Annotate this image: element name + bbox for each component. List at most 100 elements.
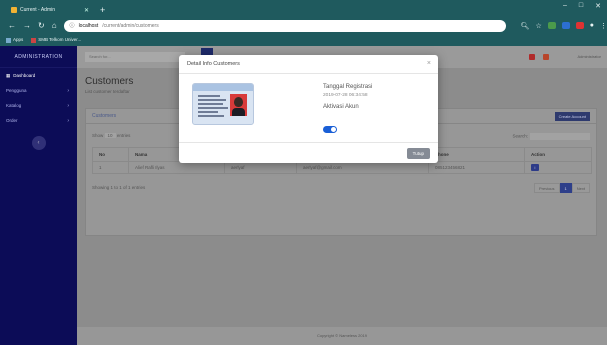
- maximize-button[interactable]: □: [579, 2, 583, 10]
- menu-icon[interactable]: ⋮: [600, 22, 607, 30]
- modal-close-icon[interactable]: ×: [427, 60, 431, 67]
- account-activation-toggle[interactable]: [323, 126, 337, 133]
- sidebar-toggle-button[interactable]: ‹: [31, 136, 46, 150]
- browser-tab[interactable]: Current - Admin ✕: [6, 3, 94, 17]
- id-card-header-band: [193, 84, 253, 91]
- profile-icon[interactable]: ●: [590, 22, 594, 29]
- sidebar-item-dashboard[interactable]: ▦ Dashboard: [0, 68, 77, 83]
- column-header-phone[interactable]: Phone: [428, 147, 525, 162]
- forward-icon[interactable]: →: [23, 21, 31, 30]
- close-window-button[interactable]: ✕: [595, 2, 601, 10]
- sidebar-item-pengguna[interactable]: Pengguna ›: [0, 83, 77, 98]
- back-icon[interactable]: ←: [8, 21, 16, 30]
- minimize-button[interactable]: –: [563, 2, 567, 10]
- table-search: Search:: [512, 133, 590, 140]
- close-button[interactable]: Tutup: [406, 148, 430, 159]
- home-icon[interactable]: ⌂: [52, 21, 57, 30]
- browser-window: Current - Admin ✕ + – □ ✕ ← → ↻ ⌂ ⓘ loca…: [0, 0, 607, 345]
- dashboard-icon: ▦: [6, 72, 11, 78]
- id-card-face: [234, 97, 243, 107]
- cell-action: i: [524, 161, 592, 174]
- navbar-search-input[interactable]: Search for...: [85, 52, 185, 62]
- cell-no: 1: [92, 161, 129, 174]
- page-header: Customers List customer terdaftar: [85, 76, 133, 94]
- modal-title: Detail Info Customers: [179, 55, 438, 74]
- id-card-image: [192, 83, 254, 125]
- reload-icon[interactable]: ↻: [38, 21, 45, 30]
- cell-email: aerlyaf@gmail.com: [296, 161, 429, 174]
- tab-close-icon[interactable]: ✕: [84, 7, 89, 14]
- page-title: Customers: [85, 76, 134, 87]
- bell-icon[interactable]: [529, 54, 535, 60]
- bookmark-apps[interactable]: Apps: [6, 37, 23, 43]
- url-input[interactable]: ⓘ localhost/current/admin/customers: [63, 19, 506, 32]
- apps-icon: [6, 37, 11, 43]
- toggle-knob: [331, 127, 336, 132]
- id-card-shirt: [232, 108, 245, 116]
- chevron-right-icon: ›: [67, 87, 69, 94]
- bookmark-smb[interactable]: SMB Telkom Univer...: [31, 37, 81, 43]
- registration-date-value: 2019-07-28 06:34:58: [323, 93, 368, 98]
- tab-bar: Current - Admin ✕ + – □ ✕: [0, 0, 607, 17]
- pagination-previous[interactable]: Previous: [533, 183, 560, 193]
- entries-control: Show 10 entries: [92, 133, 130, 138]
- customer-info: Tanggal Registrasi 2019-07-28 06:34:58 A…: [323, 84, 372, 110]
- entries-select[interactable]: 10: [104, 133, 116, 138]
- pagination-page-1[interactable]: 1: [559, 183, 572, 193]
- tab-title: Current - Admin: [20, 7, 56, 13]
- show-label: Show: [92, 133, 104, 138]
- id-card-line: [198, 99, 226, 101]
- url-path: /current/admin/customers: [102, 22, 159, 29]
- sidebar-brand[interactable]: ADMINISTRATION: [0, 46, 77, 68]
- info-icon[interactable]: ⓘ: [70, 22, 75, 29]
- id-card-line: [198, 111, 218, 113]
- address-bar-row: ← → ↻ ⌂ ⓘ localhost/current/admin/custom…: [0, 17, 607, 34]
- column-header-action[interactable]: Action: [524, 147, 592, 162]
- table-search-input[interactable]: [530, 133, 590, 140]
- registration-date-label: Tanggal Registrasi: [323, 84, 373, 90]
- id-card-line: [198, 115, 224, 117]
- customer-detail-modal: Detail Info Customers × Tanggal Registra…: [179, 55, 438, 163]
- cell-nama: Alief Rafli Ilyas: [128, 161, 225, 174]
- bookmark-icon: [31, 37, 37, 43]
- sidebar-item-label: Katalog: [6, 103, 22, 108]
- bookmarks-bar: Apps SMB Telkom Univer...: [0, 34, 607, 46]
- cell-phone: 085123456821: [428, 161, 525, 174]
- sidebar-item-label: Order: [6, 118, 18, 123]
- pagination: Previous 1 Next: [533, 183, 590, 193]
- extension-icon[interactable]: [547, 22, 556, 29]
- window-controls: – □ ✕: [563, 2, 601, 10]
- sidebar: ADMINISTRATION ▦ Dashboard Pengguna › Ka…: [0, 46, 77, 345]
- id-card-line: [198, 107, 228, 109]
- zoom-icon[interactable]: 🔍︎: [521, 22, 530, 30]
- column-header-no[interactable]: No: [92, 147, 129, 162]
- extension-icon[interactable]: [561, 22, 570, 29]
- pagination-next[interactable]: Next: [571, 183, 590, 193]
- entries-label: entries: [116, 133, 131, 138]
- sidebar-item-order[interactable]: Order ›: [0, 113, 77, 128]
- favicon-icon: [11, 7, 17, 13]
- table-row: 1 Alief Rafli Ilyas aerlyaf aerlyaf@gmai…: [92, 161, 592, 174]
- url-host: localhost: [78, 22, 99, 29]
- page-subtitle: List customer terdaftar: [85, 89, 130, 94]
- id-card-line: [198, 95, 220, 97]
- detail-info-button[interactable]: i: [531, 164, 539, 171]
- cell-username: aerlyaf: [224, 161, 297, 174]
- create-account-button[interactable]: Create Account: [554, 112, 590, 121]
- sidebar-item-label: Dashboard: [13, 73, 36, 78]
- chevron-right-icon: ›: [67, 102, 69, 109]
- envelope-icon[interactable]: [543, 54, 549, 60]
- footer: Copyright © Nameless 2019: [77, 327, 607, 345]
- extension-icon[interactable]: [575, 22, 584, 29]
- sidebar-item-katalog[interactable]: Katalog ›: [0, 98, 77, 113]
- extensions: 🔍︎ ☆ ● ⋮: [521, 22, 607, 30]
- modal-footer-divider: [179, 142, 438, 143]
- star-icon[interactable]: ☆: [535, 22, 541, 30]
- user-menu[interactable]: Administrator: [577, 54, 601, 59]
- account-activation-label: Aktivasi Akun: [323, 104, 359, 110]
- search-label: Search:: [512, 133, 528, 139]
- table-info: Showing 1 to 1 of 1 entries: [92, 185, 146, 190]
- chevron-right-icon: ›: [67, 117, 69, 124]
- new-tab-button[interactable]: +: [100, 3, 105, 17]
- id-card-line: [198, 103, 223, 105]
